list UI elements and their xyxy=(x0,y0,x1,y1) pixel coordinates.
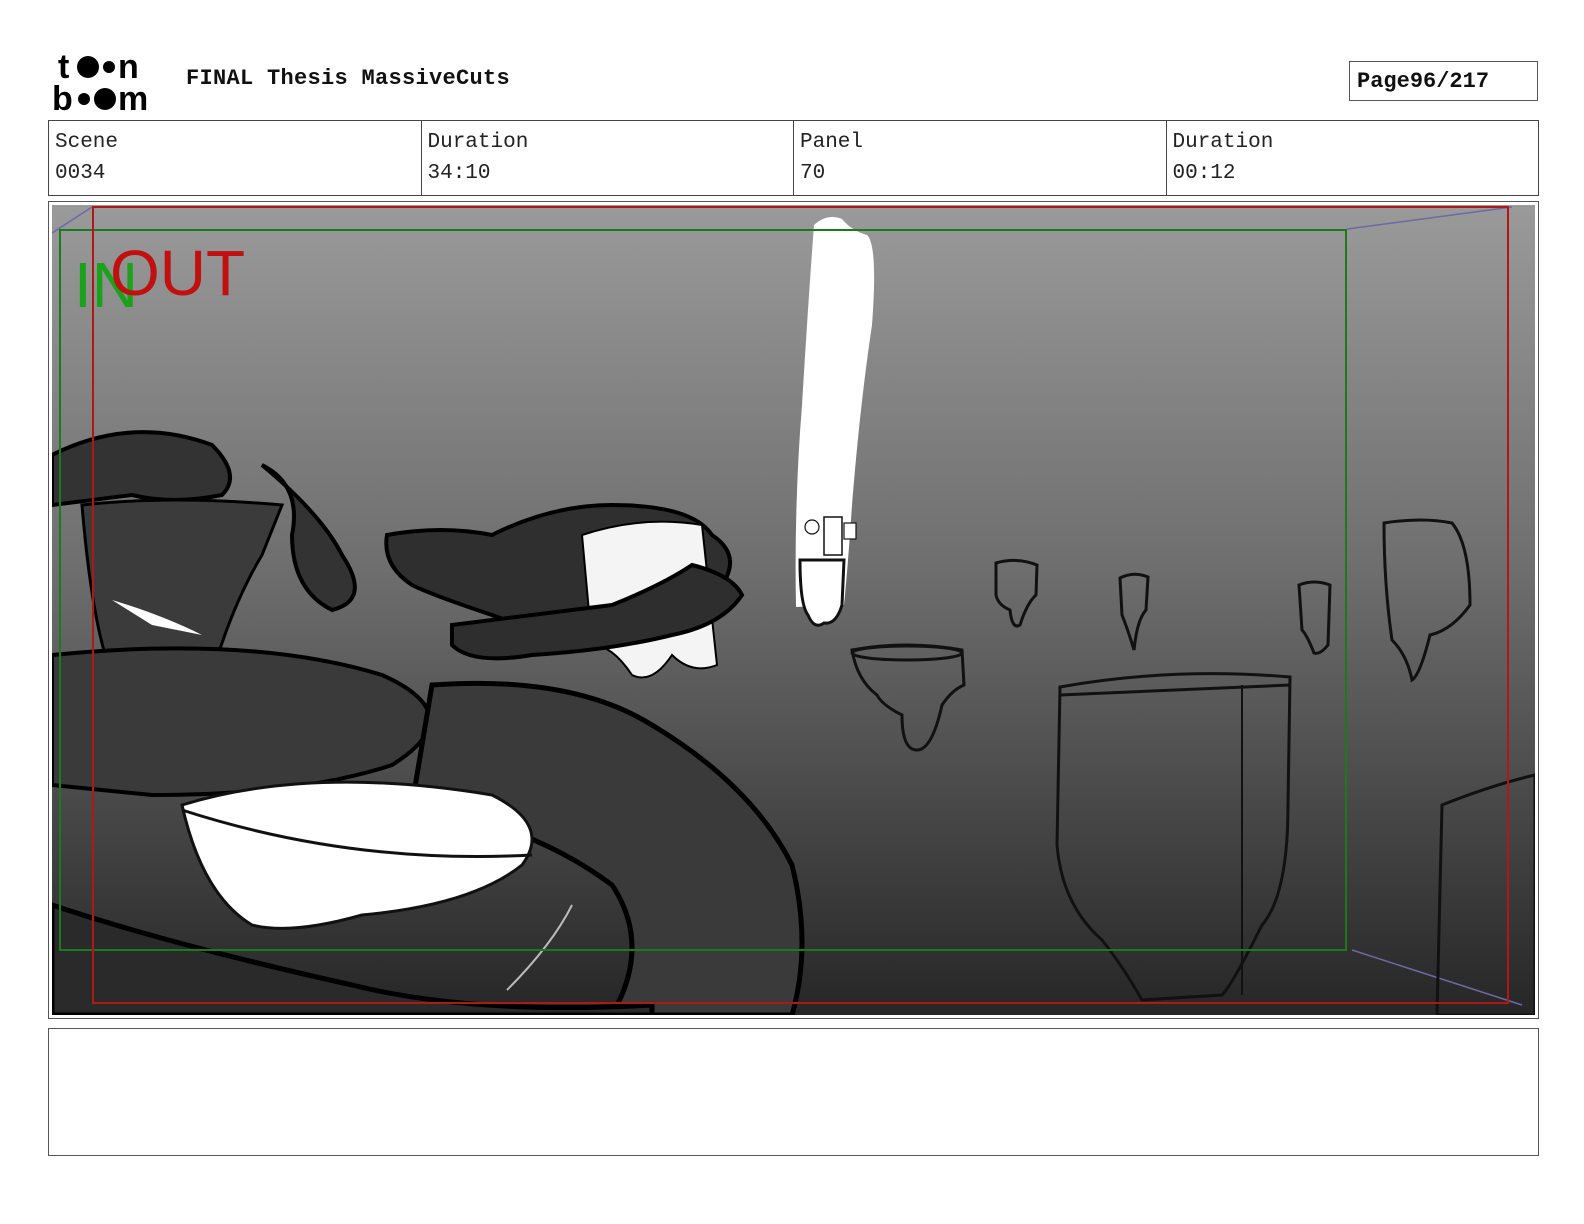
panel-duration-label: Duration xyxy=(1172,131,1274,154)
panel-cell: Panel 70 xyxy=(794,121,1167,195)
panel-duration-cell: Duration 00:12 xyxy=(1167,121,1539,195)
scene-duration-cell: Duration 34:10 xyxy=(422,121,794,195)
panel-duration-value: 00:12 xyxy=(1172,162,1236,185)
panel-notes-box[interactable] xyxy=(48,1028,1539,1156)
scene-label: Scene xyxy=(55,131,119,154)
scene-value: 0034 xyxy=(55,162,106,185)
out-marker: OUT xyxy=(110,237,245,309)
svg-text:b: b xyxy=(52,80,73,114)
toon-boom-logo: t n b m xyxy=(52,48,148,114)
panel-label: Panel xyxy=(800,131,864,154)
scene-info-table: Scene 0034 Duration 34:10 Panel 70 Durat… xyxy=(48,120,1539,196)
page-indicator: Page 96/217 xyxy=(1349,61,1538,101)
page-label: Page xyxy=(1357,68,1410,94)
storyboard-panel-image: IN OUT xyxy=(52,205,1535,1015)
document-title: FINAL Thesis MassiveCuts xyxy=(186,66,511,91)
scene-duration-value: 34:10 xyxy=(427,162,491,185)
svg-text:m: m xyxy=(118,80,148,114)
panel-value: 70 xyxy=(800,162,826,185)
dark-creature xyxy=(52,430,232,508)
page-number: 96/217 xyxy=(1409,68,1490,94)
scene-cell: Scene 0034 xyxy=(49,121,422,195)
scene-duration-label: Duration xyxy=(427,131,529,154)
